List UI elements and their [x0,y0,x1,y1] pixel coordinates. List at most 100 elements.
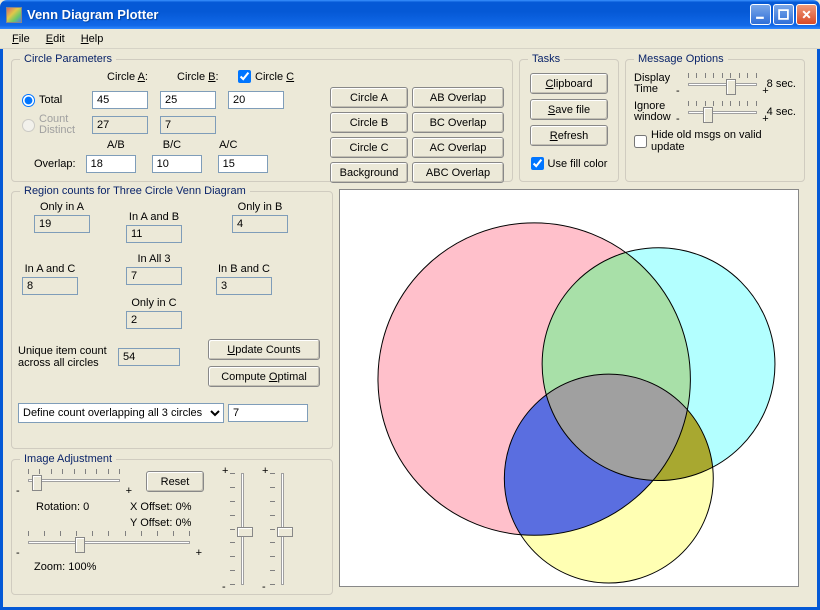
circle-parameters-legend: Circle Parameters [20,53,116,65]
menu-help[interactable]: Help [73,31,112,47]
minus-icon: - [222,581,226,593]
ignore-window-value: 4 sec. [767,106,796,118]
region-counts-legend: Region counts for Three Circle Venn Diag… [20,185,250,197]
tasks-legend: Tasks [528,53,564,65]
plus-icon: + [762,113,768,125]
in-ab-value [126,225,182,243]
region-counts-group: Region counts for Three Circle Venn Diag… [11,185,333,449]
image-adjustment-group: Image Adjustment - + Reset Rotation: 0 X… [11,453,333,595]
plus-icon: + [222,465,228,477]
ac-header: A/C [219,139,237,151]
plus-icon: + [196,547,202,559]
plus-icon: + [262,465,268,477]
in-bc-label: In B and C [216,263,272,275]
total-b-input[interactable] [160,91,216,109]
in-all-3-value [126,267,182,285]
maximize-button[interactable] [773,4,794,25]
use-fill-color-label: Use fill color [548,158,608,170]
display-time-label: DisplayTime [634,73,678,95]
clipboard-button[interactable]: Clipboard [530,73,608,94]
zoom-slider[interactable]: - + [24,531,194,557]
in-ac-value [22,277,78,295]
minus-icon: - [676,113,680,125]
display-time-slider[interactable]: - + [684,73,761,95]
plus-icon: + [126,485,132,497]
y-offset-slider[interactable]: + - [270,469,296,589]
app-icon [6,7,22,23]
total-a-input[interactable] [92,91,148,109]
message-options-group: Message Options DisplayTime - + 8 sec. I… [625,53,805,182]
ab-header: A/B [107,139,125,151]
refresh-button[interactable]: Refresh [530,125,608,146]
circle-a-header: Circle A: [107,71,148,83]
menubar: File Edit Help [0,29,820,49]
save-file-button[interactable]: Save file [530,99,608,120]
in-bc-value [216,277,272,295]
rotation-label: Rotation: 0 [36,501,89,513]
image-adjustment-legend: Image Adjustment [20,453,116,465]
cd-a-input [92,116,148,134]
only-c-value [126,311,182,329]
update-counts-button[interactable]: Update Counts [208,339,320,360]
venn-diagram-canvas [339,189,799,587]
only-a-value [34,215,90,233]
ac-overlap-color-button[interactable]: AC Overlap [412,137,504,158]
message-options-legend: Message Options [634,53,728,65]
ignore-window-label: Ignorewindow [634,101,678,123]
circle-c-color-button[interactable]: Circle C [330,137,408,158]
unique-count-value [118,348,180,366]
total-radio[interactable] [22,94,35,107]
total-label: Total [39,94,62,106]
circle-a-color-button[interactable]: Circle A [330,87,408,108]
count-distinct-label: CountDistinct [39,114,75,136]
minus-icon: - [16,547,20,559]
zoom-label: Zoom: 100% [34,561,96,573]
overlap-label: Overlap: [34,158,76,170]
cd-b-input [160,116,216,134]
menu-edit[interactable]: Edit [38,31,73,47]
in-ac-label: In A and C [22,263,78,275]
close-button[interactable] [796,4,817,25]
abc-overlap-color-button[interactable]: ABC Overlap [412,162,504,183]
ignore-window-slider[interactable]: - + [684,101,761,123]
circle-parameters-group: Circle Parameters Circle A: Circle B: Ci… [11,53,513,182]
x-offset-slider[interactable]: + - [230,469,256,589]
background-color-button[interactable]: Background [330,162,408,183]
count-distinct-radio [22,119,35,132]
in-all-3-label: In All 3 [126,253,182,265]
y-offset-label: Y Offset: 0% [130,517,191,529]
in-ab-label: In A and B [126,211,182,223]
only-c-label: Only in C [126,297,182,309]
only-a-label: Only in A [34,201,90,213]
minus-icon: - [676,85,680,97]
overlap-bc-input[interactable] [152,155,202,173]
plus-icon: + [762,85,768,97]
only-b-value [232,215,288,233]
minus-icon: - [262,581,266,593]
circle-c-header: Circle C [255,71,294,83]
ab-overlap-color-button[interactable]: AB Overlap [412,87,504,108]
region-mode-select[interactable]: Define count overlapping all 3 circles [18,403,224,423]
hide-old-msgs-checkbox[interactable] [634,135,647,148]
tasks-group: Tasks Clipboard Save file Refresh Use fi… [519,53,619,182]
menu-file[interactable]: File [4,31,38,47]
bc-header: B/C [163,139,181,151]
reset-button[interactable]: Reset [146,471,204,492]
circle-c-checkbox[interactable] [238,70,251,83]
region-mode-value-input[interactable] [228,404,308,422]
rotation-slider[interactable]: - + [24,469,124,495]
compute-optimal-button[interactable]: Compute Optimal [208,366,320,387]
window-titlebar: Venn Diagram Plotter [0,0,820,29]
minus-icon: - [16,485,20,497]
unique-count-label: Unique item count across all circles [18,345,110,369]
bc-overlap-color-button[interactable]: BC Overlap [412,112,504,133]
overlap-ac-input[interactable] [218,155,268,173]
use-fill-color-checkbox[interactable] [531,157,544,170]
overlap-ab-input[interactable] [86,155,136,173]
total-c-input[interactable] [228,91,284,109]
only-b-label: Only in B [232,201,288,213]
window-title: Venn Diagram Plotter [27,7,750,22]
circle-b-color-button[interactable]: Circle B [330,112,408,133]
minimize-button[interactable] [750,4,771,25]
hide-old-msgs-label: Hide old msgs on valid update [651,129,796,153]
